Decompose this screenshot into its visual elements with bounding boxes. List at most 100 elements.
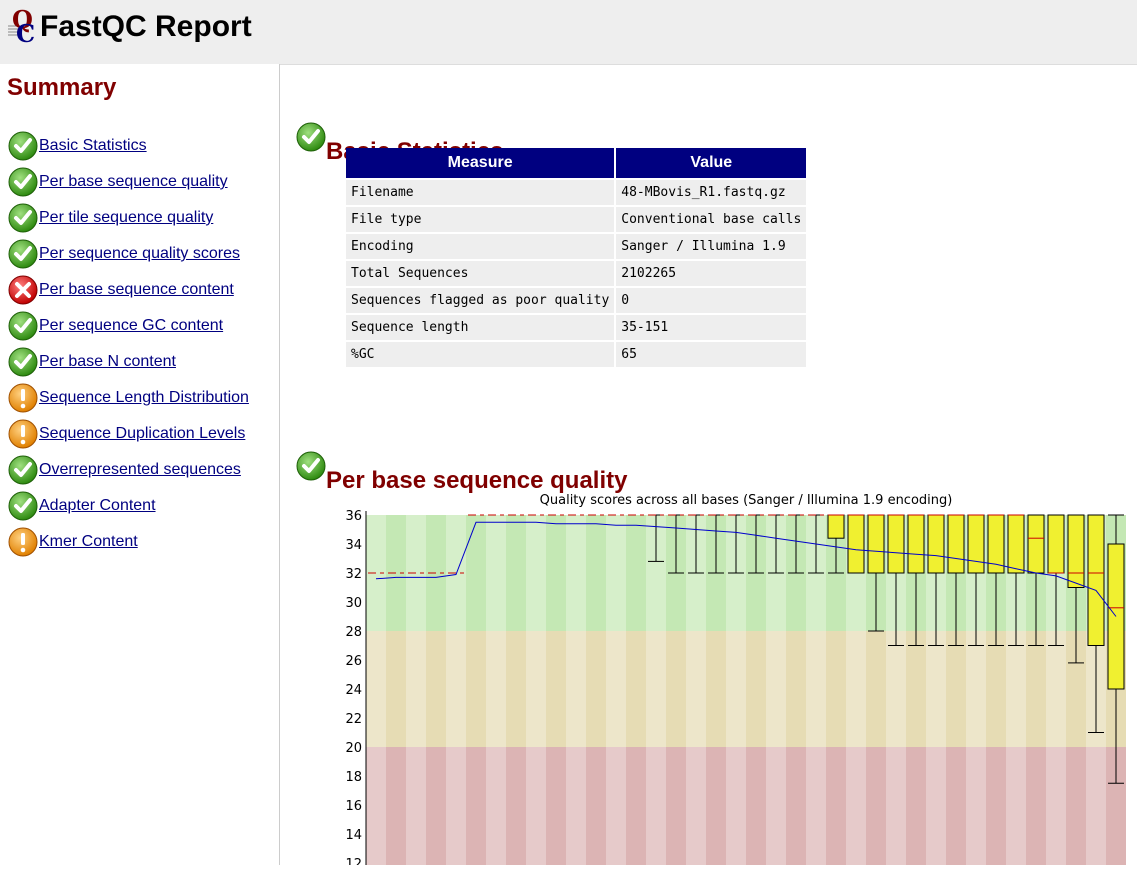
quality-boxplot-chart: Quality scores across all bases (Sanger … (345, 493, 1126, 870)
table-row: Sequence length 35-151 (346, 315, 807, 340)
per-base-quality-section-title: Per base sequence quality (296, 437, 627, 495)
quality-box (887, 514, 905, 574)
value-cell: 35-151 (616, 315, 807, 340)
table-row: File type Conventional base calls (346, 207, 807, 232)
y-tick-label: 28 (345, 625, 362, 640)
pass-check-icon (8, 203, 38, 233)
summary-link[interactable]: Per tile sequence quality (39, 209, 213, 227)
column-header-value: Value (616, 148, 807, 178)
table-header-row: Measure Value (346, 148, 807, 178)
quality-box (947, 514, 965, 574)
quality-box (827, 514, 845, 539)
summary-link[interactable]: Per sequence GC content (39, 317, 223, 335)
table-row: Total Sequences 2102265 (346, 261, 807, 286)
page-title: FastQC Report (40, 10, 252, 43)
summary-item: Per sequence quality scores (8, 239, 240, 269)
report-header: Q C FastQC Report (0, 0, 1137, 65)
y-tick-label: 20 (345, 741, 362, 756)
summary-item: Per base N content (8, 347, 176, 377)
table-row: Sequences flagged as poor quality 0 (346, 288, 807, 313)
y-tick-label: 36 (345, 509, 362, 524)
table-row: Encoding Sanger / Illumina 1.9 (346, 234, 807, 259)
pass-check-icon (296, 122, 326, 152)
quality-box (1007, 514, 1025, 574)
pass-check-icon (8, 167, 38, 197)
pass-check-icon (8, 455, 38, 485)
summary-link[interactable]: Per base sequence content (39, 281, 234, 299)
per-base-quality-heading: Per base sequence quality (326, 467, 628, 494)
y-tick-label: 32 (345, 567, 362, 582)
measure-cell: Encoding (346, 234, 615, 259)
y-tick-label: 26 (345, 654, 362, 669)
fastqc-logo-icon: Q C (8, 6, 35, 44)
table-row: Filename 48-MBovis_R1.fastq.gz (346, 180, 807, 205)
summary-link[interactable]: Adapter Content (39, 497, 156, 515)
y-tick-label: 34 (345, 538, 362, 553)
summary-item: Per tile sequence quality (8, 203, 213, 233)
summary-item: Basic Statistics (8, 131, 147, 161)
pass-check-icon (8, 347, 38, 377)
summary-item: Per sequence GC content (8, 311, 223, 341)
value-cell: 2102265 (616, 261, 807, 286)
quality-box (927, 514, 945, 574)
summary-link[interactable]: Sequence Duplication Levels (39, 425, 245, 443)
basic-statistics-table: Measure Value Filename 48-MBovis_R1.fastq… (344, 146, 808, 369)
value-cell: 0 (616, 288, 807, 313)
y-tick-label: 30 (345, 596, 362, 611)
summary-link[interactable]: Overrepresented sequences (39, 461, 241, 479)
column-stripe (606, 515, 626, 865)
summary-item: Sequence Duplication Levels (8, 419, 245, 449)
column-stripe (406, 515, 426, 865)
measure-cell: Sequence length (346, 315, 615, 340)
column-stripe (566, 515, 586, 865)
table-row: %GC 65 (346, 342, 807, 367)
summary-sidebar: Summary Basic Statistics Per base sequenc… (0, 64, 280, 865)
svg-text:C: C (16, 19, 35, 44)
summary-item: Kmer Content (8, 527, 138, 557)
pass-check-icon (8, 491, 38, 521)
y-tick-label: 22 (345, 712, 362, 727)
summary-item: Sequence Length Distribution (8, 383, 249, 413)
quality-box (907, 514, 925, 574)
main-content: Basic Statistics Measure Value Filename4… (280, 64, 1137, 870)
summary-link[interactable]: Kmer Content (39, 533, 138, 551)
quality-box (1027, 514, 1045, 574)
y-tick-label: 16 (345, 799, 362, 814)
column-stripe (646, 515, 666, 865)
summary-item: Overrepresented sequences (8, 455, 241, 485)
quality-box (847, 514, 865, 574)
column-header-measure: Measure (346, 148, 615, 178)
warning-exclamation-icon (8, 383, 38, 413)
pass-check-icon (8, 239, 38, 269)
summary-link[interactable]: Sequence Length Distribution (39, 389, 249, 407)
summary-link[interactable]: Per base N content (39, 353, 176, 371)
summary-link[interactable]: Per sequence quality scores (39, 245, 240, 263)
quality-box (1067, 514, 1085, 588)
summary-item: Adapter Content (8, 491, 156, 521)
y-tick-label: 14 (345, 828, 362, 843)
summary-item: Per base sequence content (8, 275, 234, 305)
measure-cell: File type (346, 207, 615, 232)
chart-title: Quality scores across all bases (Sanger … (540, 493, 953, 508)
y-tick-label: 24 (345, 683, 362, 698)
summary-link[interactable]: Basic Statistics (39, 137, 147, 155)
y-tick-label: 12 (345, 857, 362, 865)
summary-item: Per base sequence quality (8, 167, 228, 197)
pass-check-icon (296, 451, 326, 481)
quality-chart: Quality scores across all bases (Sanger … (336, 492, 1137, 870)
y-tick-label: 18 (345, 770, 362, 785)
value-cell: Sanger / Illumina 1.9 (616, 234, 807, 259)
quality-box (1087, 514, 1105, 646)
value-cell: Conventional base calls (616, 207, 807, 232)
value-cell: 65 (616, 342, 807, 367)
measure-cell: Filename (346, 180, 615, 205)
column-stripe (446, 515, 466, 865)
measure-cell: Sequences flagged as poor quality (346, 288, 615, 313)
summary-link[interactable]: Per base sequence quality (39, 173, 228, 191)
measure-cell: %GC (346, 342, 615, 367)
column-stripe (486, 515, 506, 865)
pass-check-icon (8, 311, 38, 341)
fail-x-icon (8, 275, 38, 305)
pass-check-icon (8, 131, 38, 161)
column-stripe (366, 515, 386, 865)
